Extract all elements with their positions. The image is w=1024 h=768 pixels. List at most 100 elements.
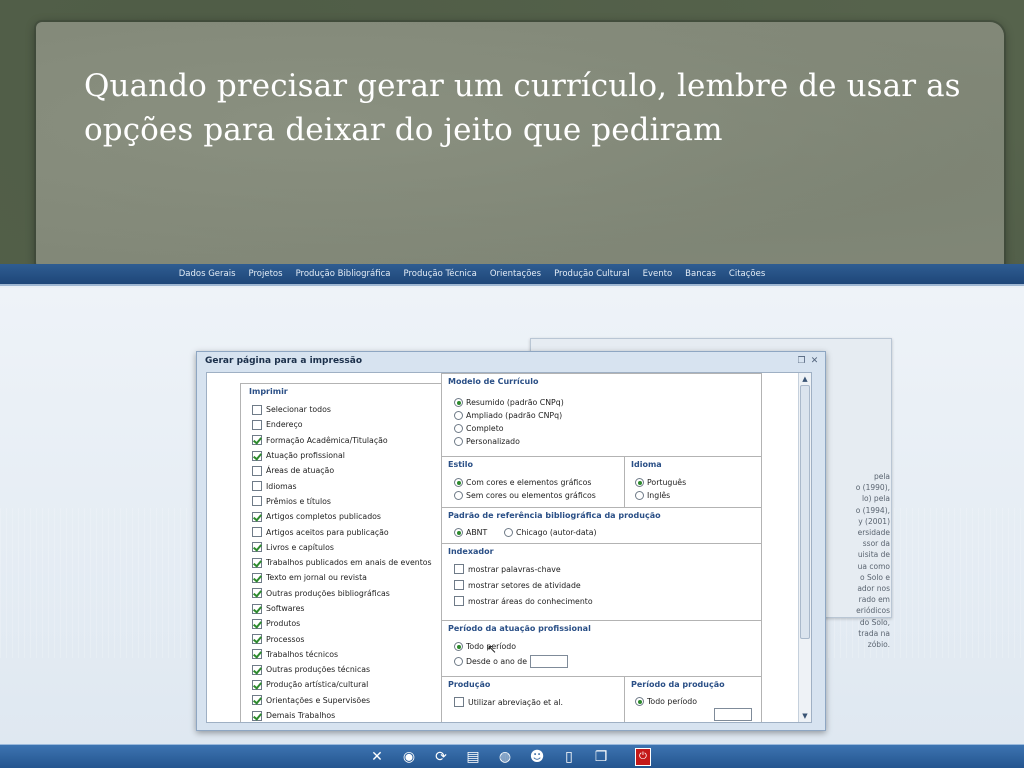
close-icon[interactable]: ✕ (810, 356, 819, 366)
checkbox[interactable] (252, 572, 262, 583)
radio-button[interactable] (454, 398, 463, 407)
checkbox[interactable] (252, 710, 262, 721)
checkbox[interactable] (252, 664, 262, 675)
radio-button[interactable] (454, 478, 463, 487)
internet-icon[interactable]: ◍ (495, 748, 515, 766)
checkbox[interactable] (252, 511, 262, 522)
imprimir-item[interactable]: Endereço (252, 417, 432, 432)
indexador-option[interactable]: mostrar setores de atividade (454, 580, 581, 590)
checkbox[interactable] (252, 481, 262, 492)
scroll-thumb[interactable] (800, 385, 810, 639)
imprimir-item[interactable]: Produtos (252, 616, 432, 631)
refresh-icon[interactable]: ⟳ (431, 748, 451, 766)
radio-button[interactable] (635, 697, 644, 706)
imprimir-item[interactable]: Texto em jornal ou revista (252, 570, 432, 585)
checkbox[interactable] (454, 697, 464, 707)
tools-icon[interactable]: ✕ (367, 748, 387, 766)
checkbox[interactable] (252, 634, 262, 645)
radio-button[interactable] (454, 657, 463, 666)
imprimir-item[interactable]: Trabalhos técnicos (252, 647, 432, 662)
periodoat-option[interactable]: Desde o ano de (454, 655, 569, 668)
nav-item-3[interactable]: Produção Técnica (403, 269, 476, 279)
imprimir-item[interactable]: Formação Acadêmica/Titulação (252, 433, 432, 448)
imprimir-item[interactable]: Idiomas (252, 478, 432, 493)
windows-icon[interactable]: ❐ (591, 748, 611, 766)
checkbox[interactable] (252, 465, 262, 476)
imprimir-item[interactable]: Áreas de atuação (252, 463, 432, 478)
nav-item-5[interactable]: Produção Cultural (554, 269, 630, 279)
nav-item-7[interactable]: Bancas (685, 269, 716, 279)
nav-item-2[interactable]: Produção Bibliográfica (296, 269, 391, 279)
checkbox[interactable] (252, 450, 262, 461)
dialog-scrollbar[interactable]: ▲ ▼ (798, 373, 811, 722)
radio-button[interactable] (454, 411, 463, 420)
imprimir-item[interactable]: Artigos aceitos para publicação (252, 524, 432, 539)
checkbox[interactable] (252, 695, 262, 706)
scroll-up-icon[interactable]: ▲ (800, 374, 810, 384)
nav-item-4[interactable]: Orientações (490, 269, 541, 279)
radio-button[interactable] (454, 528, 463, 537)
checkbox[interactable] (454, 596, 464, 606)
imprimir-item[interactable]: Outras produções técnicas (252, 662, 432, 677)
idioma-option[interactable]: Português (635, 478, 686, 487)
radio-button[interactable] (635, 491, 644, 500)
checkbox[interactable] (252, 618, 262, 629)
radio-button[interactable] (454, 437, 463, 446)
imprimir-item[interactable]: Processos (252, 631, 432, 646)
checkbox[interactable] (252, 527, 262, 538)
imprimir-item[interactable]: Demais Trabalhos (252, 708, 432, 722)
checkbox[interactable] (252, 435, 262, 446)
modelo-option[interactable]: Personalizado (454, 437, 520, 446)
imprimir-item[interactable]: Prêmios e títulos (252, 494, 432, 509)
checkbox[interactable] (252, 542, 262, 553)
nav-item-0[interactable]: Dados Gerais (179, 269, 236, 279)
document-icon[interactable]: ▯ (559, 748, 579, 766)
nav-item-6[interactable]: Evento (643, 269, 673, 279)
imprimir-item[interactable]: Livros e capítulos (252, 540, 432, 555)
nav-item-8[interactable]: Citações (729, 269, 765, 279)
checkbox[interactable] (252, 496, 262, 507)
imprimir-item[interactable]: Selecionar todos (252, 402, 432, 417)
imprimir-item[interactable]: Atuação profissional (252, 448, 432, 463)
imprimir-item[interactable]: Orientações e Supervisões (252, 693, 432, 708)
modelo-option[interactable]: Completo (454, 424, 504, 433)
checkbox[interactable] (252, 419, 262, 430)
periodoprod-option[interactable]: Todo período (635, 697, 697, 706)
modelo-option[interactable]: Resumido (padrão CNPq) (454, 398, 564, 407)
estilo-option[interactable]: Com cores e elementos gráficos (454, 478, 591, 487)
checkbox[interactable] (252, 588, 262, 599)
power-icon[interactable]: ⏻ (635, 748, 651, 766)
periodoat-option[interactable]: Todo período (454, 642, 516, 651)
checkbox[interactable] (252, 649, 262, 660)
radio-button[interactable] (454, 424, 463, 433)
padrao-option[interactable]: Chicago (autor-data) (504, 528, 597, 537)
checkbox[interactable] (252, 603, 262, 614)
users-icon[interactable]: ☻ (527, 748, 547, 766)
nav-item-1[interactable]: Projetos (249, 269, 283, 279)
radio-button[interactable] (454, 642, 463, 651)
modelo-option[interactable]: Ampliado (padrão CNPq) (454, 411, 562, 420)
year-input-partial[interactable] (714, 708, 752, 721)
globe-icon[interactable]: ◉ (399, 748, 419, 766)
imprimir-item[interactable]: Outras produções bibliográficas (252, 586, 432, 601)
restore-icon[interactable]: ❐ (797, 356, 806, 366)
radio-button[interactable] (454, 491, 463, 500)
imprimir-item[interactable]: Produção artística/cultural (252, 677, 432, 692)
scroll-down-icon[interactable]: ▼ (800, 711, 810, 721)
radio-button[interactable] (504, 528, 513, 537)
imprimir-item[interactable]: Softwares (252, 601, 432, 616)
producao-option[interactable]: Utilizar abreviação et al. (454, 697, 563, 707)
year-input[interactable] (530, 655, 569, 668)
checkbox[interactable] (252, 679, 262, 690)
radio-button[interactable] (635, 478, 644, 487)
checkbox[interactable] (454, 564, 464, 574)
indexador-option[interactable]: mostrar áreas do conhecimento (454, 596, 593, 606)
padrao-option[interactable]: ABNT (454, 528, 487, 537)
checkbox[interactable] (252, 404, 262, 415)
imprimir-item[interactable]: Trabalhos publicados em anais de eventos (252, 555, 432, 570)
imprimir-item[interactable]: Artigos completos publicados (252, 509, 432, 524)
checkbox[interactable] (252, 557, 262, 568)
checkbox[interactable] (454, 580, 464, 590)
estilo-option[interactable]: Sem cores ou elementos gráficos (454, 491, 596, 500)
printer-icon[interactable]: ▤ (463, 748, 483, 766)
